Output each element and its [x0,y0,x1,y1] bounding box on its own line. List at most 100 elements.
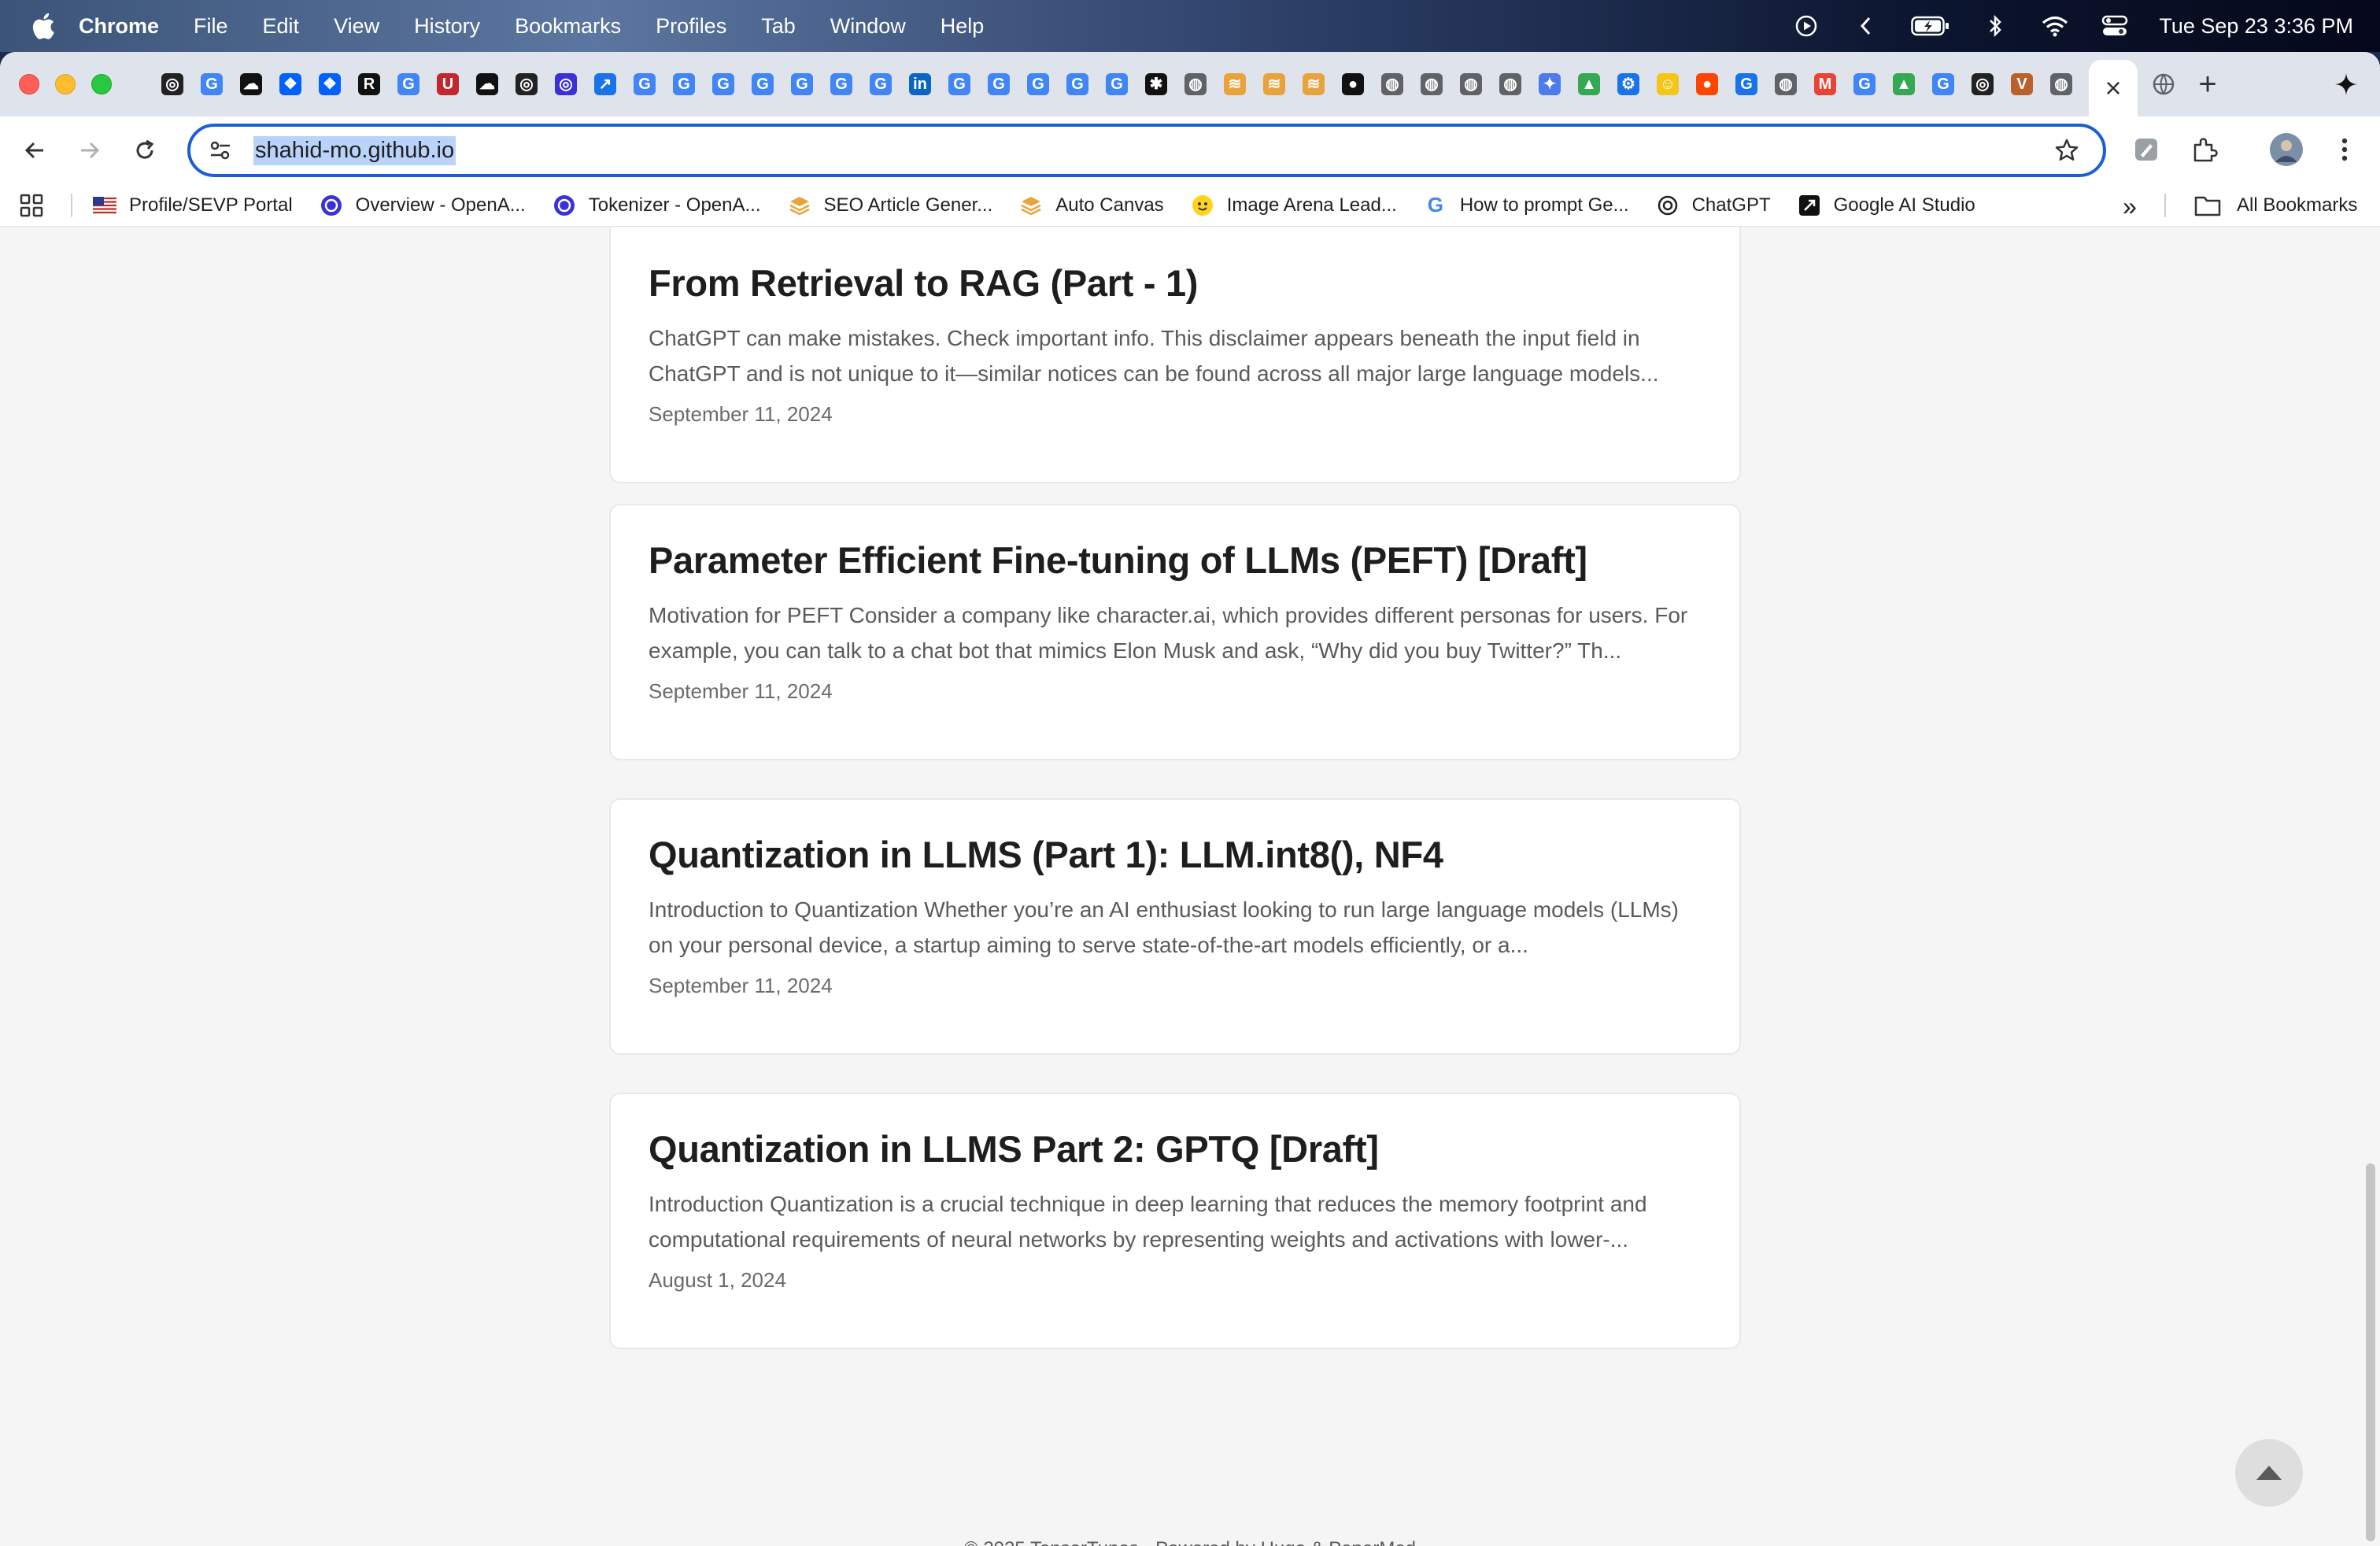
apps-grid-icon[interactable] [16,190,47,221]
tab[interactable]: G [664,65,704,104]
tab[interactable]: G [979,65,1018,104]
tab[interactable]: ☁ [231,65,271,104]
tab[interactable]: R [349,65,389,104]
tab[interactable]: ▲ [1569,65,1609,104]
tab[interactable]: G [704,65,743,104]
tab[interactable]: ◎ [1963,65,2002,104]
address-bar[interactable]: shahid-mo.github.io [187,124,2106,177]
bookmark-item[interactable]: Image Arena Lead... [1191,194,1397,217]
tab[interactable]: ✦ [1530,65,1569,104]
profile-avatar[interactable] [2267,130,2306,169]
tab[interactable]: in [900,65,940,104]
tab[interactable]: ◍ [2042,65,2081,104]
menu-history[interactable]: History [414,14,480,39]
menu-file[interactable]: File [194,14,228,39]
chevron-left-icon[interactable] [1850,10,1882,42]
tab[interactable]: G [1058,65,1097,104]
post-title[interactable]: From Retrieval to RAG (Part - 1) [649,261,1702,305]
tab[interactable]: G [822,65,861,104]
all-bookmarks-button[interactable]: All Bookmarks [2194,184,2357,227]
tab[interactable]: ◍ [1176,65,1215,104]
tab[interactable]: G [389,65,428,104]
tab[interactable]: ☁ [468,65,507,104]
bookmark-item[interactable]: Overview - OpenA... [320,194,526,217]
tab[interactable]: G [861,65,900,104]
tab[interactable]: ❖ [271,65,310,104]
battery-icon[interactable] [1910,10,1951,42]
bluetooth-icon[interactable] [1979,10,2011,42]
pen-extension-icon[interactable] [2127,130,2166,169]
tab[interactable]: G [940,65,979,104]
tab[interactable]: ● [1687,65,1727,104]
tab[interactable]: ≋ [1215,65,1255,104]
menu-bookmarks[interactable]: Bookmarks [515,14,621,39]
bookmark-item[interactable]: Auto Canvas [1019,194,1164,217]
post-card[interactable]: Quantization in LLMS (Part 1): LLM.int8(… [609,798,1741,1055]
post-card[interactable]: Quantization in LLMS Part 2: GPTQ [Draft… [609,1093,1741,1349]
menu-edit[interactable]: Edit [263,14,300,39]
new-tab-button[interactable]: + [2190,66,2226,102]
zoom-window-button[interactable] [91,74,112,94]
bookmark-item[interactable]: Profile/SEVP Portal [93,194,293,217]
bookmark-item[interactable]: SEO Article Gener... [788,194,992,217]
bookmark-item[interactable]: G How to prompt Ge... [1424,193,1629,217]
chrome-menu-icon[interactable] [2325,130,2364,169]
tab[interactable]: G [625,65,664,104]
tab[interactable]: ↗ [586,65,625,104]
bookmark-item[interactable]: Google AI Studio [1798,194,1975,217]
post-title[interactable]: Parameter Efficient Fine-tuning of LLMs … [649,538,1702,582]
tab[interactable]: M [1805,65,1845,104]
page-scrollbar[interactable] [2366,1163,2375,1541]
site-settings-icon[interactable] [205,135,236,166]
apple-icon[interactable] [31,13,55,39]
tab[interactable]: G [1845,65,1884,104]
tab[interactable]: ◍ [1373,65,1412,104]
menubar-clock[interactable]: Tue Sep 23 3:36 PM [2159,14,2353,39]
control-center-icon[interactable] [2099,10,2131,42]
site-link[interactable]: TensorTunes [1030,1538,1139,1546]
tab[interactable]: ◍ [1766,65,1805,104]
back-button[interactable] [14,130,55,171]
bookmark-item[interactable]: Tokenizer - OpenA... [552,194,761,217]
menu-help[interactable]: Help [941,14,985,39]
menu-tab[interactable]: Tab [761,14,796,39]
menu-window[interactable]: Window [830,14,906,39]
tab[interactable]: V [2002,65,2042,104]
tab[interactable]: ❖ [310,65,349,104]
tab[interactable]: ◍ [1491,65,1530,104]
tab[interactable]: ≋ [1294,65,1333,104]
url-text[interactable]: shahid-mo.github.io [253,135,456,165]
papermod-link[interactable]: PaperMod [1329,1538,1416,1546]
more-bookmarks-icon[interactable]: » [2114,190,2145,222]
tab[interactable]: ≋ [1255,65,1294,104]
minimize-window-button[interactable] [55,74,76,94]
menu-profiles[interactable]: Profiles [656,14,726,39]
globe-icon[interactable] [2145,66,2182,102]
tab[interactable]: ▲ [1884,65,1924,104]
tab[interactable]: ◍ [1412,65,1451,104]
post-card[interactable]: From Retrieval to RAG (Part - 1) ChatGPT… [609,227,1741,483]
tab[interactable]: G [1097,65,1136,104]
forward-button[interactable] [69,130,110,171]
tab[interactable]: ⚙ [1609,65,1648,104]
bookmark-star-icon[interactable] [2051,135,2082,166]
gemini-sparkle-icon[interactable] [2328,66,2364,102]
menu-app-name[interactable]: Chrome [79,14,159,39]
close-tab-icon[interactable]: × [2105,74,2121,102]
tab[interactable]: ◎ [153,65,192,104]
scroll-to-top-button[interactable] [2235,1439,2303,1507]
tab[interactable]: G [1018,65,1058,104]
close-window-button[interactable] [19,74,39,94]
hugo-link[interactable]: Hugo [1261,1538,1306,1546]
play-icon[interactable] [1791,10,1822,42]
menu-view[interactable]: View [334,14,379,39]
extensions-puzzle-icon[interactable] [2185,130,2224,169]
reload-button[interactable] [124,130,165,171]
tab[interactable]: G [192,65,231,104]
tab[interactable]: ◎ [546,65,586,104]
tab[interactable]: ◎ [507,65,546,104]
tab[interactable]: G [782,65,822,104]
tab[interactable]: G [1727,65,1766,104]
active-tab[interactable]: × [2089,60,2138,117]
bookmark-item[interactable]: ChatGPT [1656,194,1771,217]
